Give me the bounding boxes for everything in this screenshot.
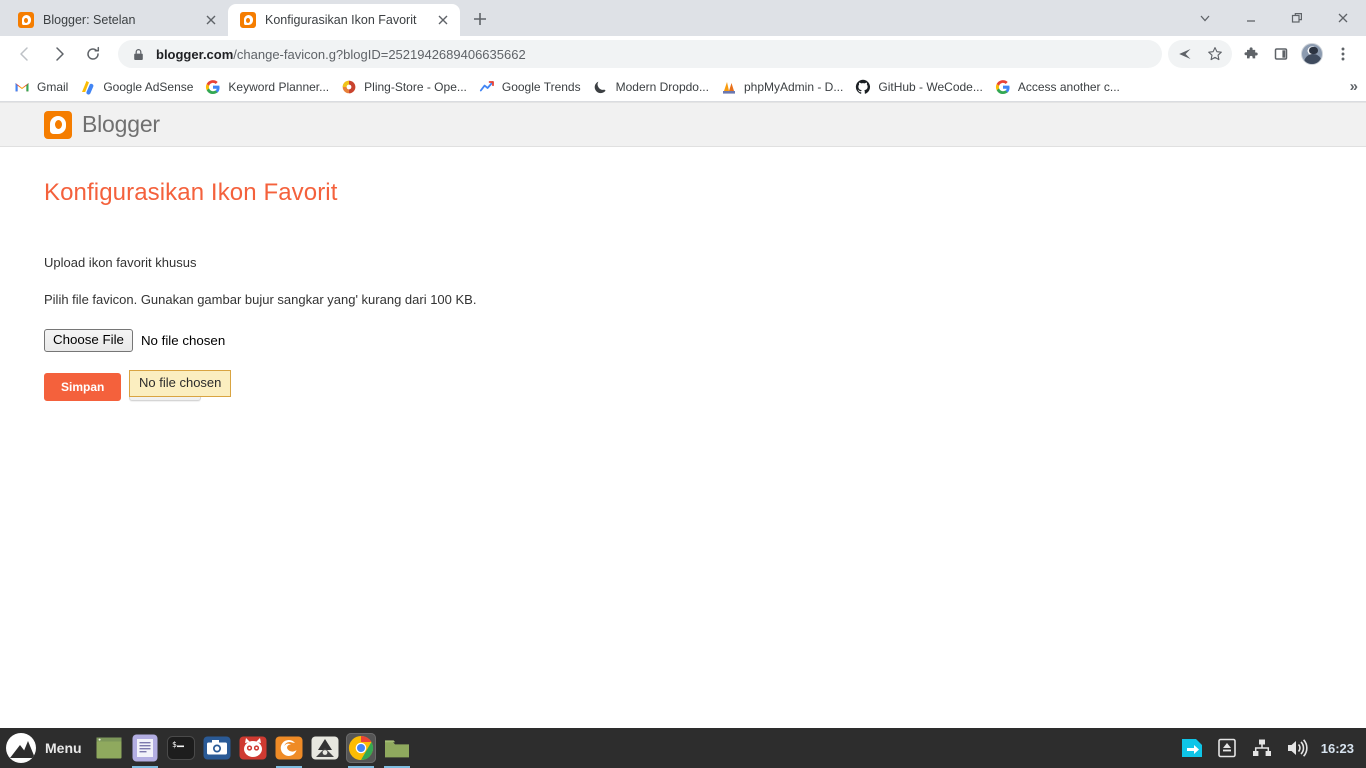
adsense-icon <box>80 79 96 95</box>
extensions-puzzle-icon[interactable] <box>1236 40 1266 68</box>
url-domain: blogger.com <box>156 46 234 62</box>
updates-icon[interactable] <box>1181 737 1203 759</box>
share-icon[interactable] <box>1170 40 1200 68</box>
bookmark-label: Keyword Planner... <box>228 79 330 94</box>
browser-toolbar: blogger.com/change-favicon.g?blogID=2521… <box>0 36 1366 72</box>
blogger-logo-icon[interactable] <box>44 110 72 139</box>
bookmark-label: Gmail <box>37 79 69 94</box>
bookmarks-overflow-button[interactable]: » <box>1350 79 1358 94</box>
save-button[interactable]: Simpan <box>44 372 122 401</box>
chrome-menu-icon[interactable] <box>1328 40 1358 68</box>
profile-avatar[interactable] <box>1301 43 1323 65</box>
form-buttons: Simpan Batal No file chosen <box>44 369 1366 401</box>
bookmark-label: GitHub - WeCode... <box>878 79 983 94</box>
file-status-tooltip: No file chosen <box>129 369 232 397</box>
taskbar-apps: $ <box>94 733 412 768</box>
network-icon[interactable] <box>1251 737 1273 759</box>
tab-konfigurasikan-ikon-favorit[interactable]: Konfigurasikan Ikon Favorit <box>228 4 460 36</box>
start-menu-label: Menu <box>45 740 82 756</box>
bookmarks-bar: Gmail Google AdSense Keyword Planner... … <box>0 72 1366 102</box>
share-bookmark-pill <box>1168 40 1232 68</box>
pling-icon <box>341 79 357 95</box>
svg-text:$: $ <box>172 740 177 749</box>
screenshot-icon[interactable] <box>202 733 232 763</box>
maximize-icon[interactable] <box>1274 0 1320 36</box>
file-status-text: No file chosen <box>140 332 226 348</box>
moon-icon <box>593 79 609 95</box>
file-manager-icon[interactable] <box>94 733 124 763</box>
firefox-icon[interactable] <box>274 733 304 768</box>
url-path: /change-favicon.g?blogID=252194268940663… <box>233 46 526 62</box>
taskbar-clock[interactable]: 16:23 <box>1321 741 1354 756</box>
distro-logo-icon <box>6 733 36 763</box>
close-icon[interactable] <box>1320 0 1366 36</box>
system-taskbar: Menu $ 16:23 <box>0 728 1366 768</box>
bookmark-google-trends[interactable]: Google Trends <box>475 76 589 98</box>
chrome-icon[interactable] <box>345 733 376 768</box>
url-text: blogger.com/change-favicon.g?blogID=2521… <box>156 47 526 62</box>
blogger-icon <box>18 12 34 28</box>
tab-close-button[interactable] <box>202 11 220 29</box>
toolbar-icons <box>1168 40 1358 68</box>
bookmark-phpmyadmin[interactable]: phpMyAdmin - D... <box>717 76 851 98</box>
google-g-icon <box>205 79 221 95</box>
bookmark-pling-store[interactable]: Pling-Store - Ope... <box>337 76 475 98</box>
back-arrow-icon[interactable] <box>11 40 39 68</box>
window-controls <box>1182 0 1366 36</box>
file-input-row[interactable]: Choose File No file chosen <box>44 329 1366 352</box>
volume-icon[interactable] <box>1286 737 1308 759</box>
lock-icon <box>132 48 145 61</box>
bookmark-label: Pling-Store - Ope... <box>364 79 467 94</box>
tab-close-button[interactable] <box>434 11 452 29</box>
bookmark-google-adsense[interactable]: Google AdSense <box>76 76 201 98</box>
minimize-icon[interactable] <box>1228 0 1274 36</box>
tab-blogger-setelan[interactable]: Blogger: Setelan <box>6 4 228 36</box>
choose-file-button[interactable]: Choose File <box>44 329 133 352</box>
blogger-icon <box>240 12 256 28</box>
reload-icon[interactable] <box>79 40 107 68</box>
page-title: Konfigurasikan Ikon Favorit <box>44 179 338 206</box>
google-g-icon <box>995 79 1011 95</box>
content-column: Konfigurasikan Ikon Favorit Upload ikon … <box>0 147 1366 401</box>
upload-description: Pilih file favicon. Gunakan gambar bujur… <box>44 291 477 307</box>
forward-arrow-icon[interactable] <box>45 40 73 68</box>
terminal-icon[interactable]: $ <box>166 733 196 763</box>
blogger-header: Blogger <box>0 102 1366 147</box>
bookmark-gmail[interactable]: Gmail <box>10 76 76 98</box>
bookmark-access-another-computer[interactable]: Access another c... <box>991 76 1128 98</box>
browser-window: Blogger: Setelan Konfigurasikan Ikon Fav… <box>0 0 1366 728</box>
page-content: Blogger Konfigurasikan Ikon Favorit Uplo… <box>0 102 1366 728</box>
system-tray: 16:23 <box>1181 737 1366 759</box>
bookmark-label: Google Trends <box>501 79 581 94</box>
address-bar[interactable]: blogger.com/change-favicon.g?blogID=2521… <box>118 40 1162 68</box>
new-tab-button[interactable] <box>466 5 494 33</box>
github-icon <box>855 79 871 95</box>
inkscape-icon[interactable] <box>310 733 340 763</box>
start-menu-button[interactable]: Menu <box>0 728 94 768</box>
bookmark-label: Google AdSense <box>103 79 194 94</box>
bookmark-label: Access another c... <box>1017 79 1120 94</box>
tab-title: Blogger: Setelan <box>43 13 136 27</box>
trends-icon <box>479 79 495 95</box>
bookmark-star-icon[interactable] <box>1200 40 1230 68</box>
bookmark-modern-dropdown[interactable]: Modern Dropdo... <box>589 76 717 98</box>
tab-strip: Blogger: Setelan Konfigurasikan Ikon Fav… <box>0 0 1366 36</box>
bookmark-label: Modern Dropdo... <box>615 79 709 94</box>
text-editor-icon[interactable] <box>130 733 160 768</box>
bookmark-label: phpMyAdmin - D... <box>743 79 844 94</box>
gimp-icon[interactable] <box>238 733 268 763</box>
favicon-form: Upload ikon favorit khusus Pilih file fa… <box>44 207 1366 401</box>
upload-label: Upload ikon favorit khusus <box>44 255 197 270</box>
side-panel-icon[interactable] <box>1266 40 1296 68</box>
phpmyadmin-icon <box>721 79 737 95</box>
folder-icon[interactable] <box>382 733 412 768</box>
tab-title: Konfigurasikan Ikon Favorit <box>265 13 417 27</box>
bookmark-keyword-planner[interactable]: Keyword Planner... <box>201 76 337 98</box>
bookmark-github[interactable]: GitHub - WeCode... <box>851 76 990 98</box>
gmail-icon <box>14 79 30 95</box>
blogger-brand-text: Blogger <box>82 111 160 137</box>
eject-media-icon[interactable] <box>1216 737 1238 759</box>
chevron-down-icon[interactable] <box>1182 0 1228 36</box>
